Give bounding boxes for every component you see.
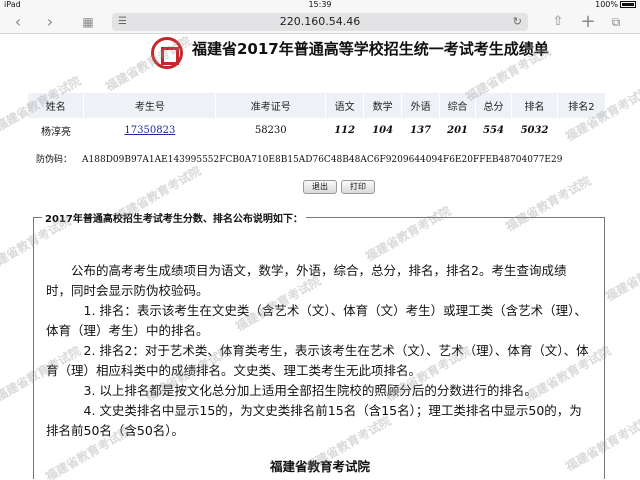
- cell-rank2: [557, 118, 606, 143]
- col-header: 外语: [401, 93, 441, 118]
- notice-item-4: 4. 文史类排名中显示15的，为文史类排名前15名（含15名）；理工类排名中显示…: [46, 403, 582, 438]
- anti-fake-label: 防伪码：: [36, 155, 73, 165]
- back-icon[interactable]: ‹: [8, 13, 28, 31]
- score-table: 姓名 考生号 准考证号 语文 数学 外语 综合 总分 排名 排名2 杨淳亮 17…: [28, 93, 607, 143]
- battery-icon: [620, 1, 636, 8]
- exam-authority-logo-icon: [151, 37, 183, 69]
- notice-item-2: 2. 排名2：对于艺术类、体育类考生，表示该考生在艺术（文）、艺术（理）、体育（…: [46, 343, 589, 378]
- clock: 15:39: [308, 0, 332, 9]
- col-header: 数学: [363, 93, 403, 118]
- bookmarks-icon[interactable]: ▦: [78, 13, 98, 31]
- cell-name: 杨淳亮: [28, 118, 84, 143]
- exit-button[interactable]: 退出: [303, 180, 337, 194]
- print-button[interactable]: 打印: [341, 180, 375, 194]
- battery-indicator: 100%: [595, 0, 636, 10]
- cell-exam-id[interactable]: 17350823: [83, 118, 216, 143]
- cell-comprehensive: 201: [439, 118, 476, 143]
- page-title: 福建省2017年普通高等学校招生统一考试考生成绩单: [192, 40, 549, 58]
- anti-fake-code: 防伪码： A188D09B97A1AE143995552FCB0A710E8B15…: [36, 152, 562, 165]
- address-bar[interactable]: ☰ 220.160.54.46 ↻: [112, 13, 528, 31]
- col-header: 语文: [325, 93, 365, 118]
- cell-admission-id: 58230: [215, 118, 326, 143]
- notice-body: 公布的高考考生成绩项目为语文，数学，外语，综合，总分，排名，排名2。考生查询成绩…: [46, 261, 591, 441]
- battery-percent: 100%: [595, 0, 618, 9]
- cell-chinese: 112: [325, 118, 364, 143]
- tabs-icon[interactable]: ⧉: [606, 13, 626, 31]
- new-tab-icon[interactable]: +: [578, 13, 598, 31]
- notice-legend: 2017年普通高校招生考试考生分数、排名公布说明如下：: [42, 210, 306, 225]
- web-page: 福建省2017年普通高等学校招生统一考试考生成绩单 姓名 考生号 准考证号 语文…: [0, 35, 640, 480]
- col-header: 准考证号: [215, 93, 327, 118]
- col-header: 姓名: [28, 93, 85, 118]
- reader-menu-icon[interactable]: ☰: [118, 13, 127, 31]
- notice-item-3: 3. 以上排名都是按文化总分加上适用全部招生院校的照顾分后的分数进行的排名。: [83, 383, 537, 398]
- cell-math: 104: [363, 118, 402, 143]
- watermark-text: 福建省教育考试院: [603, 243, 640, 304]
- status-bar: iPad 15:39 100%: [0, 0, 640, 10]
- col-header: 总分: [475, 93, 513, 118]
- reload-icon[interactable]: ↻: [513, 13, 522, 31]
- share-icon[interactable]: ⇧: [548, 13, 568, 31]
- cell-rank: 5032: [511, 118, 558, 143]
- browser-toolbar: ‹ › ▦ ☰ 220.160.54.46 ↻ ⇧ + ⧉: [0, 10, 640, 34]
- cell-total: 554: [475, 118, 512, 143]
- cell-foreign: 137: [401, 118, 440, 143]
- forward-icon[interactable]: ›: [40, 13, 60, 31]
- url-text: 220.160.54.46: [279, 15, 361, 28]
- anti-fake-value: A188D09B97A1AE143995552FCB0A710E8B15AD76…: [82, 155, 563, 165]
- col-header: 排名: [511, 93, 558, 118]
- notice-intro: 公布的高考考生成绩项目为语文，数学，外语，综合，总分，排名，排名2。考生查询成绩…: [46, 263, 567, 298]
- col-header: 排名2: [557, 93, 607, 118]
- table-row: 杨淳亮 17350823 58230 112 104 137 201 554 5…: [28, 118, 606, 143]
- table-header-row: 姓名 考生号 准考证号 语文 数学 外语 综合 总分 排名 排名2: [28, 93, 607, 118]
- footer-org: 福建省教育考试院: [270, 459, 371, 474]
- col-header: 考生号: [83, 93, 217, 118]
- col-header: 综合: [439, 93, 477, 118]
- exam-id-link[interactable]: 17350823: [124, 125, 175, 136]
- notice-item-1: 1. 排名：表示该考生在文史类（含艺术（文）、体育（文）考生）或理工类（含艺术（…: [46, 303, 587, 338]
